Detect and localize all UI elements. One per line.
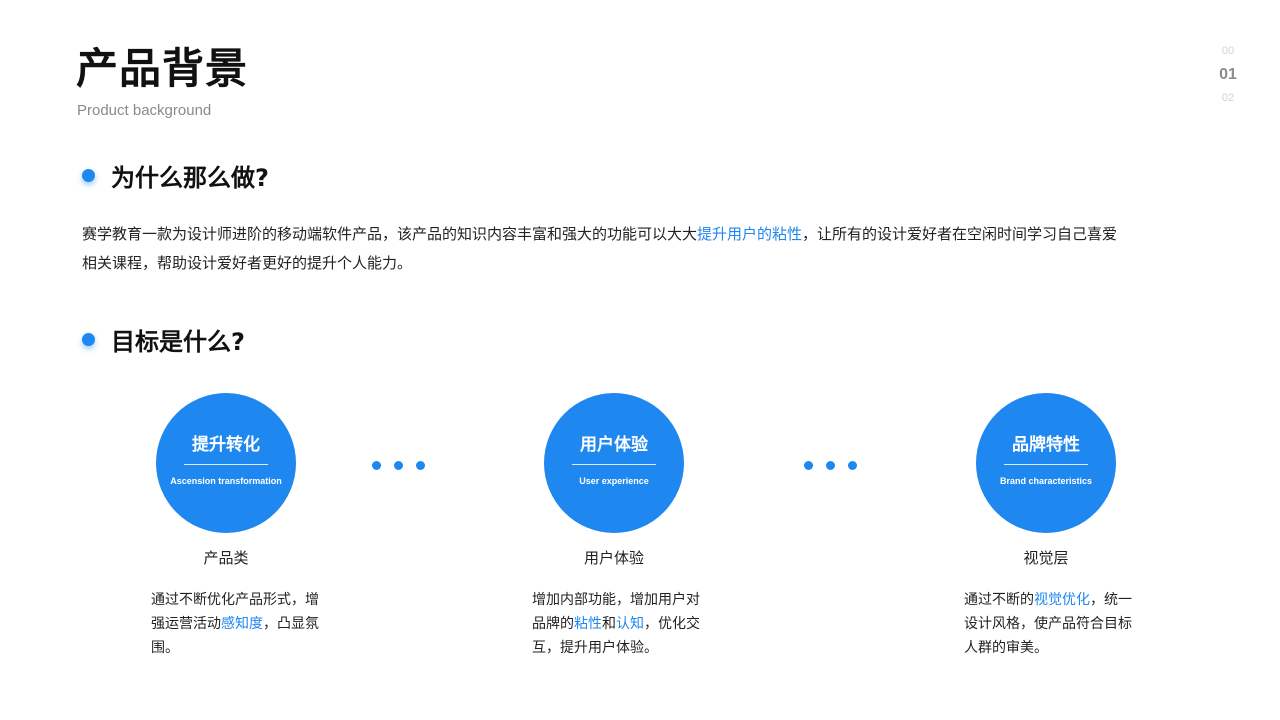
page-number-next[interactable]: 02 bbox=[1210, 93, 1246, 104]
goal-category: 视觉层 bbox=[1023, 549, 1069, 567]
goal-description: 通过不断的视觉优化，统一设计风格，使产品符合目标人群的审美。 bbox=[964, 588, 1134, 660]
bullet-dot-icon bbox=[82, 169, 95, 182]
desc-highlight: 粘性 bbox=[574, 616, 602, 632]
page-number-current[interactable]: 01 bbox=[1210, 67, 1246, 83]
dot-icon bbox=[804, 461, 813, 470]
goal-card-brand: 品牌特性 Brand characteristics 视觉层 bbox=[936, 393, 1156, 568]
goal-category: 用户体验 bbox=[583, 549, 644, 567]
goal-description: 增加内部功能，增加用户对品牌的粘性和认知，优化交互，提升用户体验。 bbox=[532, 588, 702, 660]
page-indicator: 00 01 02 bbox=[1210, 46, 1246, 104]
goal-title-en: Ascension transformation bbox=[170, 476, 282, 486]
dot-icon bbox=[848, 461, 857, 470]
goal-divider bbox=[572, 464, 656, 465]
connector-dots bbox=[804, 461, 870, 470]
goal-circle: 用户体验 User experience bbox=[544, 393, 684, 533]
goal-title-cn: 提升转化 bbox=[192, 435, 260, 455]
desc-highlight: 认知 bbox=[616, 616, 644, 632]
goal-divider bbox=[184, 464, 268, 465]
section-goal-label: 目标是什么? bbox=[111, 328, 245, 356]
goal-card-conversion: 提升转化 Ascension transformation 产品类 bbox=[116, 393, 336, 568]
dot-icon bbox=[372, 461, 381, 470]
page-number-prev[interactable]: 00 bbox=[1210, 46, 1246, 57]
goal-title-cn: 品牌特性 bbox=[1012, 435, 1080, 455]
desc-highlight: 感知度 bbox=[221, 616, 263, 632]
dot-icon bbox=[826, 461, 835, 470]
slide-page: 产品背景 Product background 00 01 02 为什么那么做?… bbox=[0, 0, 1280, 720]
background-paragraph: 赛学教育一款为设计师进阶的移动端软件产品，该产品的知识内容丰富和强大的功能可以大… bbox=[82, 220, 1122, 278]
goal-title-en: Brand characteristics bbox=[999, 476, 1093, 486]
paragraph-highlight: 提升用户的粘性 bbox=[697, 225, 803, 243]
connector-dots bbox=[372, 461, 438, 470]
bullet-dot-icon bbox=[82, 333, 95, 346]
goal-title-cn: 用户体验 bbox=[580, 435, 648, 455]
goal-description: 通过不断优化产品形式，增强运营活动感知度，凸显氛围。 bbox=[151, 588, 321, 660]
dot-icon bbox=[394, 461, 403, 470]
desc-text: 和 bbox=[602, 616, 616, 632]
goal-circle: 品牌特性 Brand characteristics bbox=[976, 393, 1116, 533]
section-why-heading: 为什么那么做? bbox=[82, 158, 269, 193]
goal-divider bbox=[1004, 464, 1088, 465]
desc-highlight: 视觉优化 bbox=[1034, 592, 1090, 608]
section-goal-heading: 目标是什么? bbox=[82, 322, 245, 357]
goal-card-experience: 用户体验 User experience 用户体验 bbox=[504, 393, 724, 568]
goal-title-en: User experience bbox=[579, 476, 649, 486]
goal-circle: 提升转化 Ascension transformation bbox=[156, 393, 296, 533]
goal-category: 产品类 bbox=[203, 549, 249, 567]
page-title: 产品背景 bbox=[76, 44, 249, 93]
dot-icon bbox=[416, 461, 425, 470]
section-why-label: 为什么那么做? bbox=[111, 164, 269, 192]
paragraph-text: 赛学教育一款为设计师进阶的移动端软件产品，该产品的知识内容丰富和强大的功能可以大… bbox=[82, 225, 698, 243]
page-subtitle: Product background bbox=[77, 102, 212, 119]
desc-text: 通过不断的 bbox=[964, 592, 1034, 608]
